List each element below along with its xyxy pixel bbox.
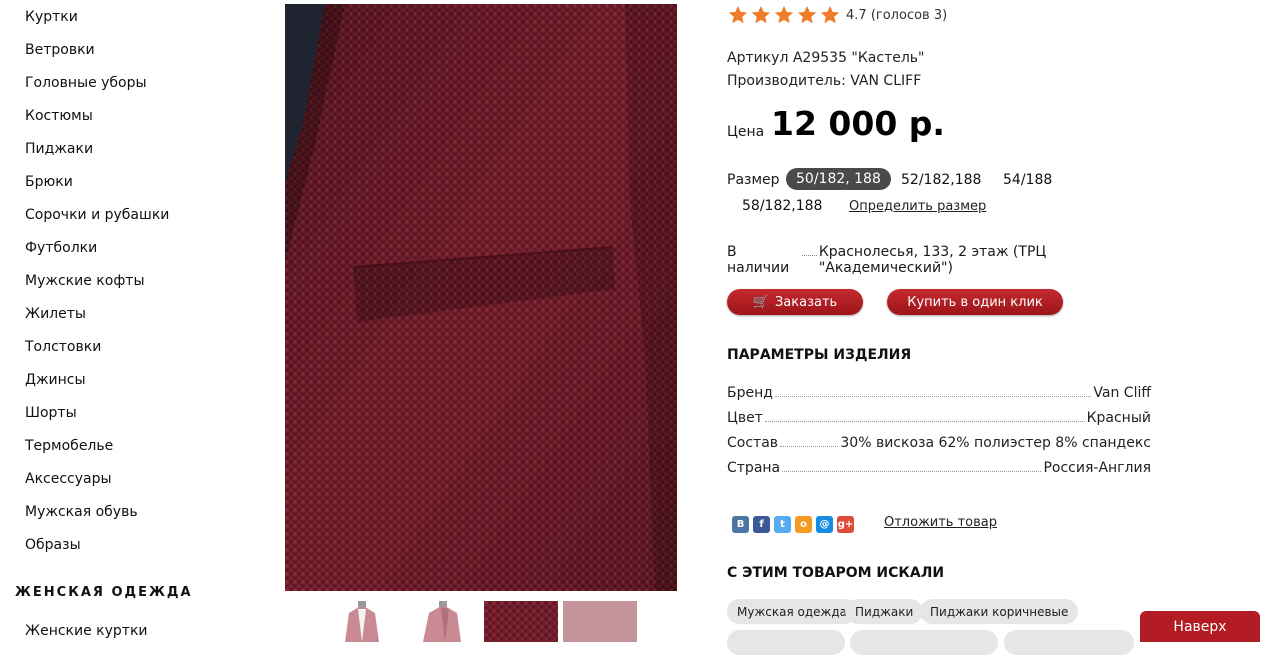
related-title: С ЭТИМ ТОВАРОМ ИСКАЛИ: [727, 565, 945, 581]
sidebar-item-hoodies[interactable]: Толстовки: [25, 339, 101, 355]
rating-stars[interactable]: [727, 4, 841, 26]
dotted-leader: [780, 436, 839, 447]
sidebar-item-shirts[interactable]: Сорочки и рубашки: [25, 207, 169, 223]
product-main-photo[interactable]: [285, 4, 677, 591]
jacket-front-thumbnail: [325, 601, 399, 642]
sidebar-item-mens-shoes[interactable]: Мужская обувь: [25, 504, 138, 520]
sidebar-item-vests[interactable]: Жилеты: [25, 306, 86, 322]
star-icon: [751, 5, 771, 24]
product-info: 4.7 (голосов 3) Артикул A29535 "Кастель"…: [727, 0, 1167, 655]
mailru-icon[interactable]: @: [816, 516, 833, 533]
param-value: Van Cliff: [1093, 385, 1151, 401]
related-tag[interactable]: [850, 630, 998, 655]
param-row-brand: Бренд Van Cliff: [727, 385, 1151, 401]
sidebar-item-shorts[interactable]: Шорты: [25, 405, 77, 421]
sidebar-item-headwear[interactable]: Головные уборы: [25, 75, 147, 91]
vk-icon[interactable]: B: [732, 516, 749, 533]
product-price: 12 000 р.: [771, 104, 945, 143]
social-share: B f t о @ g+: [732, 516, 854, 533]
star-icon: [728, 5, 748, 24]
size-guide-link[interactable]: Определить размер: [849, 199, 986, 214]
womens-section-title: ЖЕНСКАЯ ОДЕЖДА: [15, 585, 193, 600]
product-thumbnail[interactable]: [563, 601, 637, 642]
twitter-icon[interactable]: t: [774, 516, 791, 533]
product-manufacturer: Производитель: VAN CLIFF: [727, 73, 922, 89]
param-row-color: Цвет Красный: [727, 410, 1151, 426]
size-option-52[interactable]: 52/182,188: [901, 172, 981, 188]
param-value: Россия-Англия: [1043, 460, 1151, 476]
size-option-58[interactable]: 58/182,188: [742, 198, 822, 214]
stock-location: Краснолесья, 133, 2 этаж (ТРЦ "Академиче…: [818, 244, 1047, 276]
product-thumbnail[interactable]: [405, 601, 479, 642]
sidebar-item-tshirts[interactable]: Футболки: [25, 240, 97, 256]
back-to-top-button[interactable]: Наверх: [1140, 611, 1260, 642]
dotted-leader: [782, 461, 1042, 472]
param-name: Цвет: [727, 410, 763, 426]
sidebar-item-sweaters[interactable]: Мужские кофты: [25, 273, 145, 289]
sidebar-item-thermal[interactable]: Термобелье: [25, 438, 113, 454]
sidebar-item-trousers[interactable]: Брюки: [25, 174, 73, 190]
buy-one-click-button[interactable]: Купить в один клик: [887, 289, 1063, 315]
sidebar-item-jeans[interactable]: Джинсы: [25, 372, 86, 388]
dotted-leader: [801, 245, 817, 256]
size-label: Размер: [727, 172, 780, 188]
cart-icon: 🛒: [752, 294, 769, 310]
related-tag[interactable]: [727, 630, 845, 655]
order-button[interactable]: 🛒 Заказать: [727, 289, 863, 315]
dotted-leader: [774, 386, 1092, 397]
related-tag[interactable]: [1004, 630, 1134, 655]
product-thumbnail[interactable]: [325, 601, 399, 642]
jacket-side-thumbnail: [405, 601, 479, 642]
related-tag[interactable]: Мужская одежда: [727, 599, 857, 624]
rating-votes: (голосов 3): [870, 8, 948, 23]
facebook-icon[interactable]: f: [753, 516, 770, 533]
param-name: Страна: [727, 460, 781, 476]
googleplus-icon[interactable]: g+: [837, 516, 854, 533]
related-tag[interactable]: Пиджаки коричневые: [920, 599, 1079, 624]
sidebar-item-windbreakers[interactable]: Ветровки: [25, 42, 95, 58]
price-label: Цена: [727, 124, 765, 140]
param-row-composition: Состав 30% вискоза 62% полиэстер 8% спан…: [727, 435, 1151, 451]
size-option-54[interactable]: 54/188: [1003, 172, 1052, 188]
size-option-50[interactable]: 50/182, 188: [786, 168, 891, 190]
param-name: Состав: [727, 435, 779, 451]
params-title: ПАРАМЕТРЫ ИЗДЕЛИЯ: [727, 347, 912, 363]
param-value: 30% вискоза 62% полиэстер 8% спандекс: [840, 435, 1151, 451]
param-name: Бренд: [727, 385, 773, 401]
stock-label: В наличии: [727, 244, 790, 276]
star-icon: [820, 5, 840, 24]
param-value: Красный: [1086, 410, 1151, 426]
sidebar-item-looks[interactable]: Образы: [25, 537, 81, 553]
sidebar-item-accessories[interactable]: Аксессуары: [25, 471, 112, 487]
odnoklassniki-icon[interactable]: о: [795, 516, 812, 533]
fabric-texture-image: [285, 4, 677, 591]
stock-info: В наличии Краснолесья, 133, 2 этаж (ТРЦ …: [727, 244, 1167, 276]
rating-summary: 4.7 (голосов 3): [846, 8, 947, 23]
rating-value: 4.7: [846, 8, 867, 23]
sidebar-item-suits[interactable]: Костюмы: [25, 108, 93, 124]
postpone-link[interactable]: Отложить товар: [884, 515, 997, 530]
sidebar-item-womens-jackets[interactable]: Женские куртки: [25, 623, 148, 639]
fabric-closeup-thumbnail: [484, 601, 558, 642]
star-icon: [774, 5, 794, 24]
order-button-label: Заказать: [774, 294, 838, 310]
star-icon: [797, 5, 817, 24]
dotted-leader: [764, 411, 1085, 422]
sidebar-item-jackets[interactable]: Куртки: [25, 9, 78, 25]
product-thumbnail[interactable]: [484, 601, 558, 642]
related-tag[interactable]: Пиджаки: [845, 599, 924, 624]
category-sidebar: Куртки Ветровки Головные уборы Костюмы П…: [0, 0, 270, 642]
param-row-country: Страна Россия-Англия: [727, 460, 1151, 476]
sidebar-item-blazers[interactable]: Пиджаки: [25, 141, 93, 157]
product-article: Артикул A29535 "Кастель": [727, 50, 925, 66]
